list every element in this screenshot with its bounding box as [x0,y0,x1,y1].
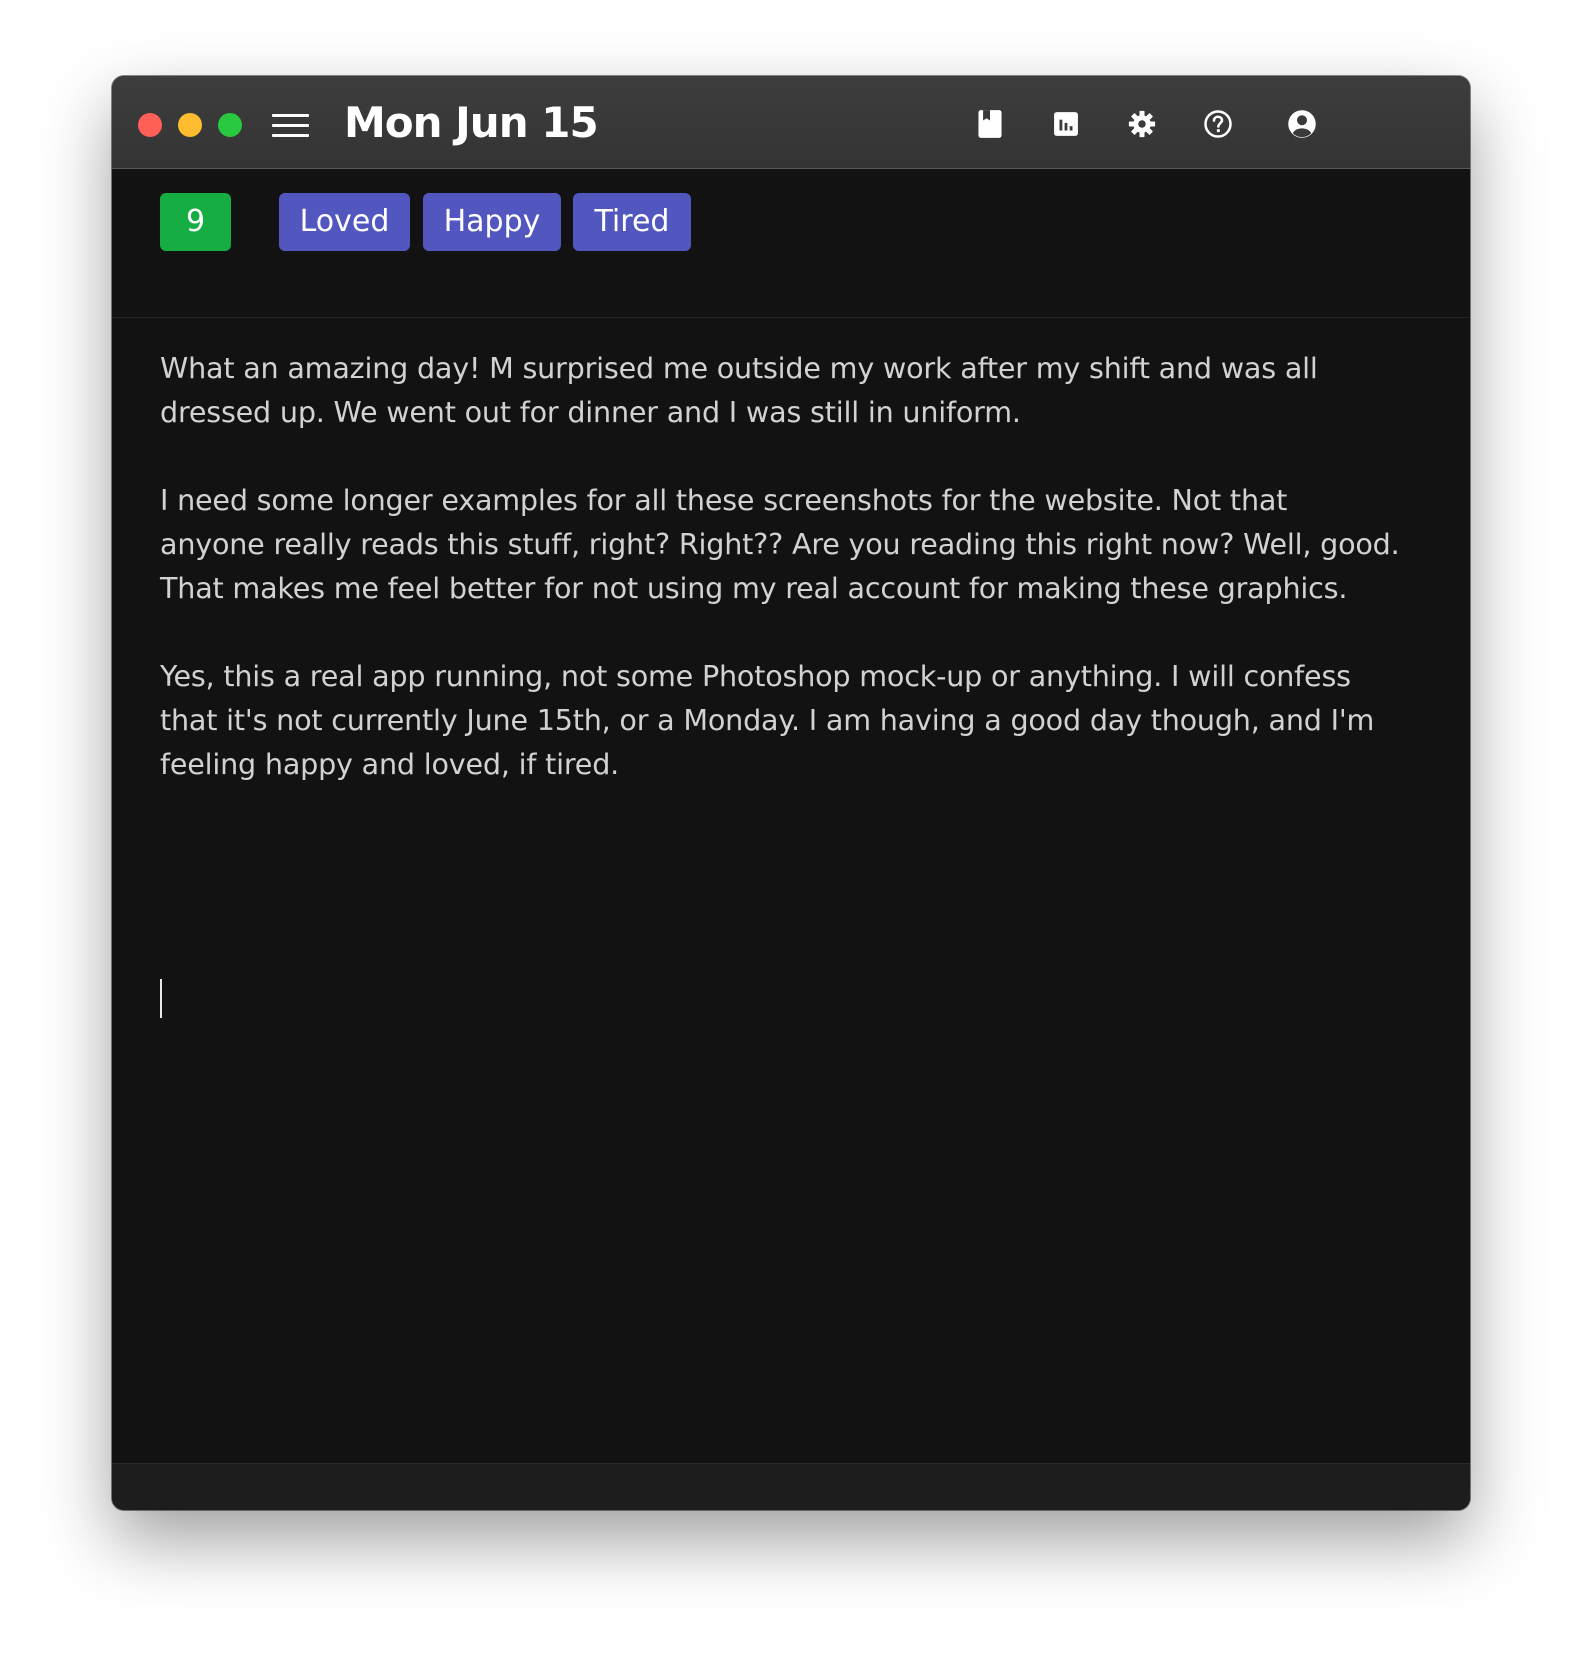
page-title: Mon Jun 15 [344,98,599,147]
entry-paragraph: Yes, this a real app running, not some P… [160,659,1375,781]
entry-paragraph: What an amazing day! M surprised me outs… [160,351,1318,429]
minimize-window-button[interactable] [178,113,202,137]
close-window-button[interactable] [138,113,162,137]
entry-paragraph: I need some longer examples for all thes… [160,483,1400,605]
zoom-window-button[interactable] [218,113,242,137]
help-icon[interactable] [1200,106,1236,142]
journal-entry-editor[interactable]: What an amazing day! M surprised me outs… [160,346,1400,1456]
text-cursor [160,979,162,1018]
status-bar [112,1463,1470,1510]
day-score-badge[interactable]: 9 [160,193,231,251]
journal-icon[interactable] [972,106,1008,142]
title-bar: Mon Jun 15 [112,76,1470,169]
tag-loved[interactable]: Loved [279,193,410,251]
gear-icon[interactable] [1124,106,1160,142]
hamburger-menu-icon[interactable] [272,111,310,141]
account-icon[interactable] [1284,106,1320,142]
tag-tired[interactable]: Tired [573,193,691,251]
app-window: Mon Jun 15 9 Loved Happy Tired What an a… [112,76,1470,1510]
stats-icon[interactable] [1048,106,1084,142]
tag-happy[interactable]: Happy [423,193,561,251]
